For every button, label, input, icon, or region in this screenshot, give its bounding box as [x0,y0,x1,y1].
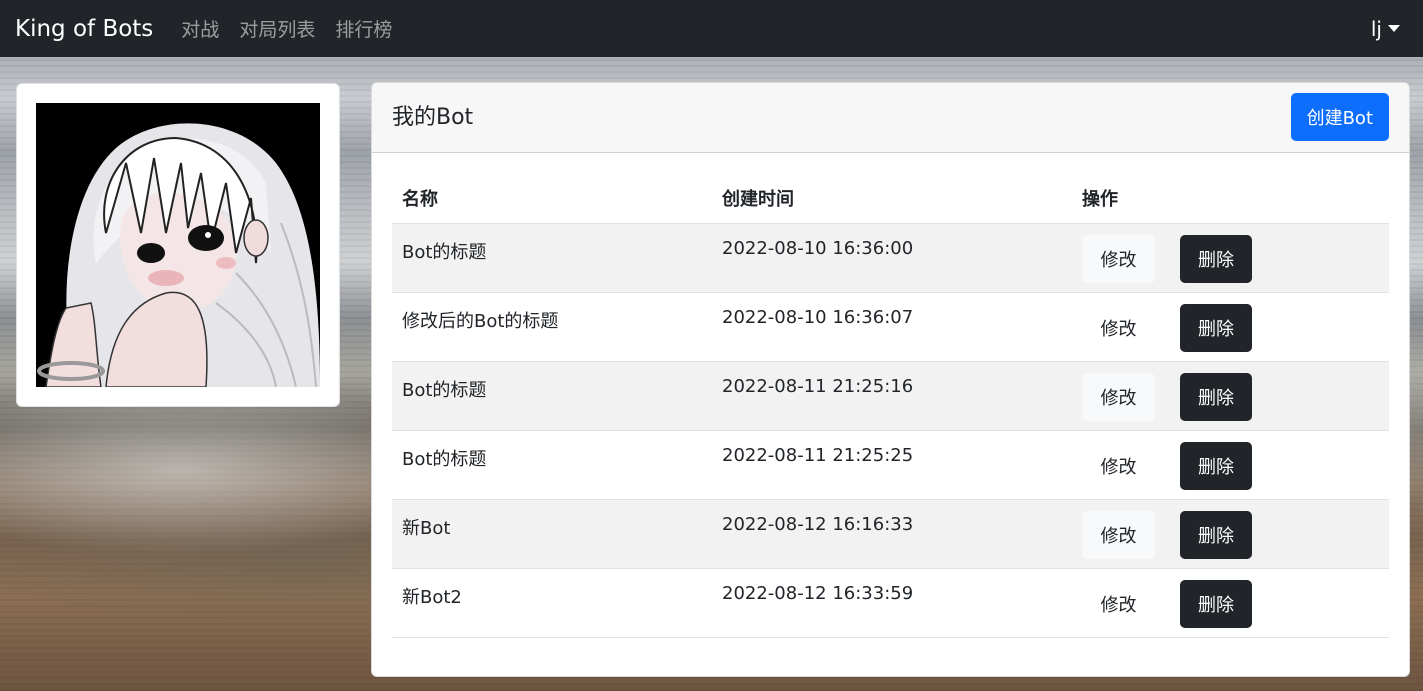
table-row: 修改后的Bot的标题 2022-08-10 16:36:07 修改 删除 [392,292,1389,362]
edit-bot-button[interactable]: 修改 [1082,510,1155,559]
bot-actions-cell: 修改 删除 [1072,361,1389,431]
table-row: Bot的标题 2022-08-11 21:25:16 修改 删除 [392,361,1389,431]
table-row: 新Bot 2022-08-12 16:16:33 修改 删除 [392,499,1389,569]
nav-link-pk[interactable]: 对战 [181,15,219,42]
bots-table-body: Bot的标题 2022-08-10 16:36:00 修改 删除 修改后的Bot的标题 2… [392,223,1389,638]
row-actions: 修改 删除 [1082,579,1389,628]
bot-name-cell: 修改后的Bot的标题 [392,292,712,362]
nav-link-ranklist[interactable]: 排行榜 [335,15,392,42]
bot-name-cell: Bot的标题 [392,430,712,500]
table-row: 新Bot2 2022-08-12 16:33:59 修改 删除 [392,568,1389,638]
row-actions: 修改 删除 [1082,510,1389,559]
edit-bot-button[interactable]: 修改 [1082,234,1155,283]
row-actions: 修改 删除 [1082,234,1389,283]
row-actions: 修改 删除 [1082,303,1389,352]
create-bot-button[interactable]: 创建Bot [1290,93,1389,141]
card-title: 我的Bot [392,105,474,130]
brand-link[interactable]: King of Bots [15,16,153,42]
edit-bot-button[interactable]: 修改 [1082,372,1155,421]
bot-name-cell: Bot的标题 [392,223,712,293]
bot-name-cell: Bot的标题 [392,361,712,431]
bot-created-cell: 2022-08-11 21:25:16 [712,361,1072,431]
delete-bot-button[interactable]: 删除 [1180,372,1252,421]
delete-bot-button[interactable]: 删除 [1180,234,1252,283]
profile-card [16,83,340,407]
caret-down-icon [1388,25,1400,32]
column-header-created: 创建时间 [712,173,1072,224]
user-dropdown[interactable]: lj [1371,17,1400,41]
table-header-row: 名称 创建时间 操作 [392,173,1389,224]
column-header-actions: 操作 [1072,173,1389,224]
delete-bot-button[interactable]: 删除 [1180,303,1252,352]
username: lj [1370,16,1382,41]
edit-bot-button[interactable]: 修改 [1082,580,1155,628]
edit-bot-button[interactable]: 修改 [1082,442,1155,490]
avatar [36,103,320,387]
bot-created-cell: 2022-08-10 16:36:07 [712,292,1072,362]
delete-bot-button[interactable]: 删除 [1180,510,1252,559]
edit-bot-button[interactable]: 修改 [1082,304,1155,352]
bot-created-cell: 2022-08-11 21:25:25 [712,430,1072,500]
delete-bot-button[interactable]: 删除 [1180,579,1252,628]
navbar: King of Bots 对战 对局列表 排行榜 lj [0,0,1423,57]
bot-created-cell: 2022-08-12 16:16:33 [712,499,1072,569]
table-row: Bot的标题 2022-08-10 16:36:00 修改 删除 [392,223,1389,293]
bots-table: 名称 创建时间 操作 Bot的标题 2022-08-10 16:36:00 修改 删除… [392,173,1389,638]
bot-actions-cell: 修改 删除 [1072,430,1389,500]
bot-actions-cell: 修改 删除 [1072,223,1389,293]
table-row: Bot的标题 2022-08-11 21:25:25 修改 删除 [392,430,1389,500]
row-actions: 修改 删除 [1082,441,1389,490]
bot-name-cell: 新Bot [392,499,712,569]
card-header: 我的Bot 创建Bot [372,83,1409,153]
column-header-name: 名称 [392,173,712,224]
bot-name-cell: 新Bot2 [392,568,712,638]
bot-actions-cell: 修改 删除 [1072,499,1389,569]
delete-bot-button[interactable]: 删除 [1180,441,1252,490]
nav-link-record-list[interactable]: 对局列表 [239,15,315,42]
bot-created-cell: 2022-08-12 16:33:59 [712,568,1072,638]
bot-actions-cell: 修改 删除 [1072,292,1389,362]
row-actions: 修改 删除 [1082,372,1389,421]
bot-created-cell: 2022-08-10 16:36:00 [712,223,1072,293]
my-bots-card: 我的Bot 创建Bot 名称 创建时间 操作 Bot的标题 2022-08-10 … [371,82,1410,677]
card-body: 名称 创建时间 操作 Bot的标题 2022-08-10 16:36:00 修改 删除… [372,153,1409,638]
bot-actions-cell: 修改 删除 [1072,568,1389,638]
